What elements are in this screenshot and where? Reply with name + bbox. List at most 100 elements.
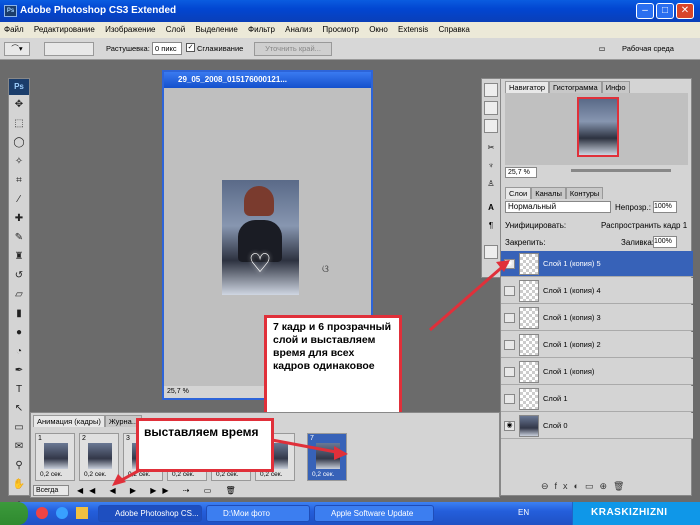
language-indicator[interactable]: EN xyxy=(518,508,529,517)
frame-delay[interactable]: 0,2 сек. xyxy=(40,471,62,478)
lasso-tool-icon[interactable]: ◯ xyxy=(10,134,28,152)
navigator-zoom[interactable]: 25,7 % xyxy=(505,167,537,178)
layer-row[interactable]: Слой 1 (копия) 2 xyxy=(501,332,693,358)
visibility-eye-icon[interactable]: ◉ xyxy=(504,259,515,269)
menu-analysis[interactable]: Анализ xyxy=(281,22,316,38)
dodge-tool-icon[interactable]: ◔ xyxy=(10,343,28,361)
visibility-toggle[interactable] xyxy=(504,367,515,377)
loop-select[interactable]: Всегда xyxy=(33,485,69,496)
close-button[interactable]: ✕ xyxy=(676,3,694,19)
hand-tool-icon[interactable]: ✋ xyxy=(10,476,28,494)
task-apple-update[interactable]: Apple Software Update xyxy=(314,505,434,522)
history-brush-icon[interactable]: ↺ xyxy=(10,267,28,285)
layer-row[interactable]: Слой 1 xyxy=(501,386,693,412)
panel-strip-icon-1[interactable] xyxy=(484,83,498,97)
frame-delay[interactable]: 0,2 сек. xyxy=(128,471,150,478)
layer-comps-strip-icon[interactable] xyxy=(484,245,498,259)
eraser-tool-icon[interactable]: ▱ xyxy=(10,286,28,304)
navigator-zoom-slider[interactable] xyxy=(571,169,671,172)
brush-strip-icon[interactable]: ♆ xyxy=(484,161,498,175)
antialias-checkbox[interactable]: ✓ xyxy=(186,43,195,52)
frame-delay[interactable]: 0,2 сек. xyxy=(312,471,334,478)
menu-filter[interactable]: Фильтр xyxy=(244,22,279,38)
menu-layer[interactable]: Слой xyxy=(162,22,189,38)
paragraph-strip-icon[interactable]: ¶ xyxy=(484,221,498,235)
magic-wand-icon[interactable]: ✧ xyxy=(10,153,28,171)
layer-row[interactable]: Слой 1 (копия) xyxy=(501,359,693,385)
tab-channels[interactable]: Каналы xyxy=(531,187,566,199)
path-select-icon[interactable]: ↖ xyxy=(10,400,28,418)
playback-controls[interactable]: ◀◀ ◀ ▶ ▶▶ ⇢ ▭ 🗑 xyxy=(77,485,307,496)
eyedropper-icon[interactable]: ⚲ xyxy=(10,457,28,475)
minimize-button[interactable]: – xyxy=(636,3,654,19)
menu-file[interactable]: Файл xyxy=(0,22,28,38)
tab-info[interactable]: Инфо xyxy=(601,81,630,93)
document-title[interactable]: 29_05_2008_015176000121... xyxy=(164,72,371,88)
propagate-label[interactable]: Распространить кадр 1 xyxy=(601,221,687,230)
frame-delay[interactable]: 0,2 сек. xyxy=(84,471,106,478)
tab-layers[interactable]: Слои xyxy=(505,187,532,199)
panel-strip-icon-2[interactable] xyxy=(484,101,498,115)
workspace-label[interactable]: Рабочая среда xyxy=(622,44,674,53)
blur-tool-icon[interactable]: ● xyxy=(10,324,28,342)
shape-tool-icon[interactable]: ▭ xyxy=(10,419,28,437)
visibility-toggle[interactable] xyxy=(504,286,515,296)
panel-strip-icon-3[interactable] xyxy=(484,119,498,133)
feather-input[interactable]: 0 пикс xyxy=(152,42,182,55)
tools-strip-icon[interactable]: ✂ xyxy=(484,143,498,157)
navigator-preview[interactable] xyxy=(505,93,688,165)
fill-input[interactable]: 100% xyxy=(653,236,677,248)
canvas-image[interactable]: ♡ xyxy=(222,180,299,295)
stamp-strip-icon[interactable]: ♙ xyxy=(484,179,498,193)
layer-row[interactable]: Слой 1 (копия) 4 xyxy=(501,278,693,304)
frame-delay[interactable]: 0,2 сек. xyxy=(260,471,282,478)
document-zoom[interactable]: 25,7 % xyxy=(167,388,189,395)
frame-delay[interactable]: 0,2 сек. xyxy=(216,471,238,478)
tab-navigator[interactable]: Навигатор xyxy=(505,81,550,93)
crop-tool-icon[interactable]: ⌗ xyxy=(10,172,28,190)
menu-help[interactable]: Справка xyxy=(434,22,473,38)
task-photoshop[interactable]: Adobe Photoshop CS... xyxy=(98,505,202,522)
selection-mode-buttons[interactable] xyxy=(44,42,94,56)
layers-footer-icons[interactable]: ⊖fx◐▭⊕🗑 xyxy=(541,481,681,493)
animation-frame[interactable]: 2 0,2 сек. xyxy=(79,433,119,481)
notes-tool-icon[interactable]: ✉ xyxy=(10,438,28,456)
menu-window[interactable]: Окно xyxy=(365,22,392,38)
visibility-eye-icon[interactable]: ◉ xyxy=(504,421,515,431)
slice-tool-icon[interactable]: ∕ xyxy=(10,191,28,209)
layer-row[interactable]: ◉ Слой 0 xyxy=(501,413,693,439)
ie-icon[interactable] xyxy=(56,507,68,519)
opera-icon[interactable] xyxy=(36,507,48,519)
visibility-toggle[interactable] xyxy=(504,313,515,323)
type-tool-icon[interactable]: T xyxy=(10,381,28,399)
gradient-tool-icon[interactable]: ▮ xyxy=(10,305,28,323)
frame-delay[interactable]: 0,2 сек. xyxy=(172,471,194,478)
navigator-view-box[interactable] xyxy=(577,97,619,157)
move-tool-icon[interactable]: ✥ xyxy=(10,96,28,114)
menu-select[interactable]: Выделение xyxy=(191,22,241,38)
menu-image[interactable]: Изображение xyxy=(101,22,159,38)
tab-paths[interactable]: Контуры xyxy=(565,187,604,199)
blend-mode-select[interactable]: Нормальный xyxy=(505,201,611,213)
quicklaunch-icon[interactable] xyxy=(76,507,88,519)
maximize-button[interactable]: □ xyxy=(656,3,674,19)
start-button[interactable] xyxy=(0,502,28,525)
menu-edit[interactable]: Редактирование xyxy=(30,22,99,38)
menu-view[interactable]: Просмотр xyxy=(318,22,363,38)
layer-row[interactable]: ◉ Слой 1 (копия) 5 xyxy=(501,251,693,277)
tab-animation[interactable]: Анимация (кадры) xyxy=(33,415,105,427)
lasso-tool-preset[interactable]: ⌒▾ xyxy=(4,42,30,56)
marquee-tool-icon[interactable]: ⬚ xyxy=(10,115,28,133)
opacity-input[interactable]: 100% xyxy=(653,201,677,213)
pen-tool-icon[interactable]: ✒ xyxy=(10,362,28,380)
task-folder[interactable]: D:\Мои фото xyxy=(206,505,310,522)
visibility-toggle[interactable] xyxy=(504,340,515,350)
refine-edge-button[interactable]: Уточнить край... xyxy=(254,42,332,56)
tab-histogram[interactable]: Гистограмма xyxy=(549,81,602,93)
stamp-tool-icon[interactable]: ♜ xyxy=(10,248,28,266)
layer-row[interactable]: Слой 1 (копия) 3 xyxy=(501,305,693,331)
menu-extensis[interactable]: Extensis xyxy=(394,22,432,38)
brush-tool-icon[interactable]: ✎ xyxy=(10,229,28,247)
animation-frame[interactable]: 1 0,2 сек. xyxy=(35,433,75,481)
animation-frame-selected[interactable]: 7 0,2 сек. xyxy=(307,433,347,481)
